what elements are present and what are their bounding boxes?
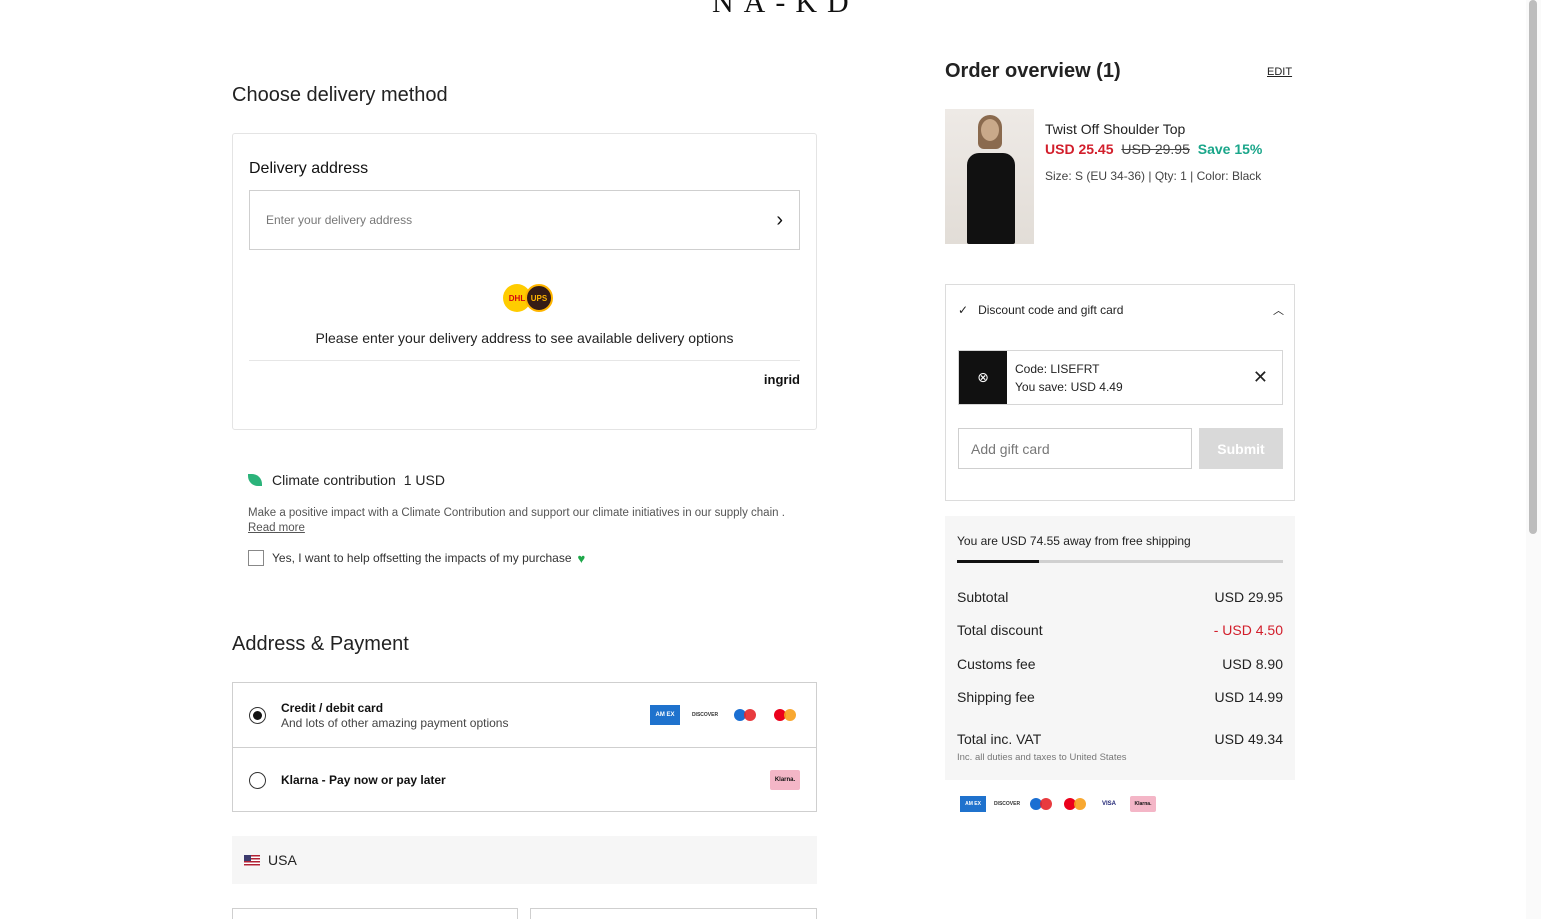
klarna-icon: Klarna. [1130,796,1156,812]
last-name-field[interactable] [530,908,817,919]
payment-option-klarna[interactable]: Klarna - Pay now or pay later Klarna. [233,747,816,812]
payment-option-card[interactable]: Credit / debit card And lots of other am… [233,683,816,747]
delivery-address-input[interactable]: Enter your delivery address › [249,190,800,250]
discount-code-line: Code: LISEFRT [1015,361,1100,376]
summary-row-discount: Total discount - USD 4.50 [957,622,1283,638]
submit-gift-card-button[interactable]: Submit [1199,428,1283,469]
radio-card[interactable] [249,706,266,724]
free-shipping-progress [957,560,1283,563]
discount-toggle[interactable]: ✓ Discount code and gift card ︿ [958,302,1284,318]
payment-subtitle-card: And lots of other amazing payment option… [281,715,509,730]
edit-order-link[interactable]: EDIT [1267,66,1292,78]
product-price: USD 25.45 USD 29.95 Save 15% [1045,141,1262,157]
visa-icon: VISA [1101,801,1116,807]
summary-label: Shipping fee [957,689,1035,705]
climate-description: Make a positive impact with a Climate Co… [248,506,788,536]
summary-label: Customs fee [957,656,1036,672]
delivery-card: Delivery address Enter your delivery add… [232,133,817,430]
summary-label: Total discount [957,622,1043,638]
discount-panel: ✓ Discount code and gift card ︿ ⊗ Code: … [945,284,1295,501]
klarna-icon: Klarna. [770,770,800,790]
total-label: Total inc. VAT [957,731,1042,747]
carrier-logos: DHL UPS [503,284,553,312]
summary-value: - USD 4.50 [1213,622,1283,638]
chevron-right-icon[interactable]: › [776,209,783,232]
delivery-heading: Choose delivery method [232,84,448,106]
total-value: USD 49.34 [1214,731,1283,747]
maestro-icon [1028,796,1054,812]
ups-icon: UPS [525,284,553,312]
price-save-badge: Save 15% [1197,141,1263,157]
free-shipping-progress-fill [957,560,1039,563]
delivery-options-message: Please enter your delivery address to se… [315,330,734,346]
climate-contribution: Climate contribution 1 USD Make a positi… [248,472,808,566]
climate-checkbox-row[interactable]: Yes, I want to help offsetting the impac… [248,550,808,566]
us-flag-icon [244,854,260,866]
price-current: USD 25.45 [1045,141,1114,157]
accepted-payments: AM EX DISCOVER VISA Klarna. [960,796,1156,812]
amex-icon: AM EX [650,705,680,725]
first-name-field[interactable] [232,908,518,919]
payment-options: Credit / debit card And lots of other am… [232,682,817,812]
maestro-icon [730,705,760,725]
climate-price: 1 USD [403,472,445,488]
gift-card-input[interactable]: Add gift card [958,428,1192,469]
applied-code-chip: ⊗ Code: LISEFRT You save: USD 4.49 ✕ [958,350,1283,405]
mastercard-icon [770,705,800,725]
check-icon: ✓ [958,303,969,317]
summary-row-total: Total inc. VAT USD 49.34 [957,731,1283,747]
price-original: USD 29.95 [1121,141,1190,157]
free-shipping-message: You are USD 74.55 away from free shippin… [957,534,1191,548]
total-note: Inc. all duties and taxes to United Stat… [957,752,1127,763]
product-image [945,109,1034,244]
summary-label: Subtotal [957,589,1009,605]
chevron-up-icon[interactable]: ︿ [1273,302,1284,318]
summary-row-subtotal: Subtotal USD 29.95 [957,589,1283,605]
summary-value: USD 29.95 [1214,589,1283,605]
country-value: USA [268,852,297,868]
discover-icon: DISCOVER [993,801,1021,807]
heart-icon: ♥ [577,550,586,566]
close-icon[interactable]: ✕ [1253,367,1268,388]
divider [249,360,800,361]
summary-value: USD 14.99 [1214,689,1283,705]
payment-title-card: Credit / debit card [281,700,384,715]
ingrid-logo: ingrid [763,372,800,387]
payment-heading: Address & Payment [232,633,409,655]
product-name: Twist Off Shoulder Top [1045,121,1186,137]
page-scrollbar[interactable] [1526,0,1541,919]
summary-row-shipping: Shipping fee USD 14.99 [957,689,1283,705]
climate-checkbox-label: Yes, I want to help offsetting the impac… [272,551,572,565]
order-overview-title: Order overview (1) [945,60,1121,82]
summary-value: USD 8.90 [1222,656,1283,672]
brand-logo[interactable]: NA-KD [712,0,859,20]
climate-title: Climate contribution [272,472,396,488]
climate-checkbox[interactable] [248,550,264,566]
discover-icon: DISCOVER [691,712,719,718]
leaf-icon [248,474,262,486]
read-more-link[interactable]: Read more [248,522,305,534]
summary-row-customs: Customs fee USD 8.90 [957,656,1283,672]
discount-save-line: You save: USD 4.49 [1015,379,1123,394]
discount-header-label: Discount code and gift card [978,303,1124,317]
product-meta: Size: S (EU 34-36) | Qty: 1 | Color: Bla… [1045,169,1262,183]
mastercard-icon [1062,796,1088,812]
country-selector[interactable]: USA [232,836,817,884]
climate-description-text: Make a positive impact with a Climate Co… [248,507,785,519]
scrollbar-thumb[interactable] [1529,0,1537,534]
delivery-address-title: Delivery address [249,160,369,177]
amex-icon: AM EX [960,796,986,812]
discount-code-icon: ⊗ [959,351,1007,404]
payment-title-klarna: Klarna - Pay now or pay later [281,773,446,787]
delivery-address-placeholder: Enter your delivery address [266,213,413,227]
order-summary: You are USD 74.55 away from free shippin… [945,516,1295,780]
radio-klarna[interactable] [249,771,266,789]
